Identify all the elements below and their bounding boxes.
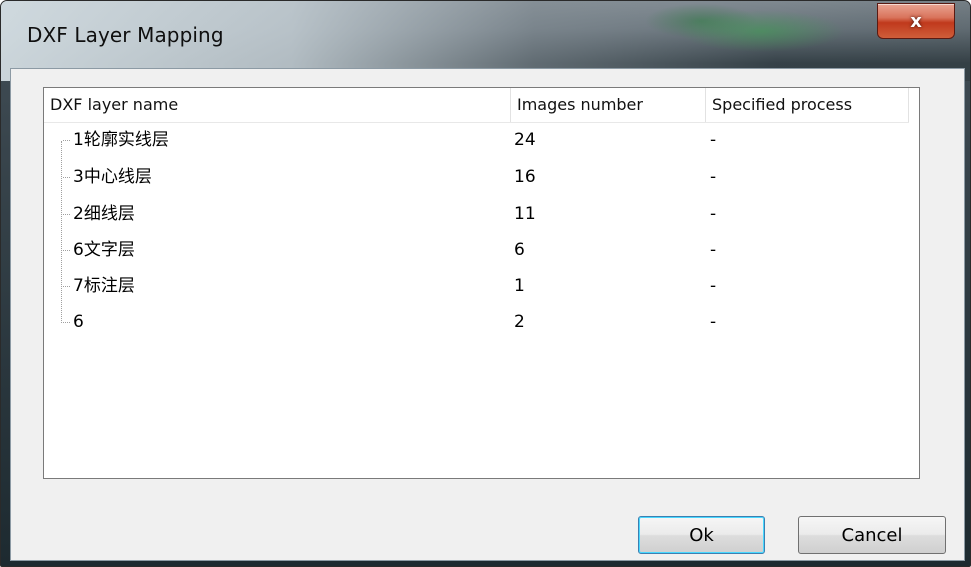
images-number: 1 bbox=[514, 276, 525, 296]
images-number: 16 bbox=[514, 167, 536, 187]
dxf-layer-mapping-dialog: DXF Layer Mapping x DXF layer name Image… bbox=[0, 0, 971, 567]
title-bar[interactable]: DXF Layer Mapping x bbox=[1, 1, 970, 67]
tree-connector bbox=[63, 250, 70, 251]
tree-connector bbox=[63, 214, 70, 215]
tree-connector bbox=[63, 322, 70, 323]
layer-name: 1轮廓实线层 bbox=[73, 130, 169, 150]
window-title: DXF Layer Mapping bbox=[27, 23, 224, 47]
list-header: DXF layer name Images number Specified p… bbox=[44, 88, 909, 122]
tree-connector bbox=[63, 177, 70, 178]
specified-process: - bbox=[710, 204, 717, 224]
layer-name: 2细线层 bbox=[73, 204, 135, 224]
ok-button[interactable]: Ok bbox=[638, 516, 765, 554]
layer-name: 3中心线层 bbox=[73, 167, 152, 187]
tree-connector bbox=[63, 286, 70, 287]
images-number: 24 bbox=[514, 130, 536, 150]
column-header-images-number[interactable]: Images number bbox=[511, 88, 706, 122]
list-item[interactable]: 2细线层 11 - bbox=[44, 197, 904, 231]
layer-list[interactable]: DXF layer name Images number Specified p… bbox=[43, 87, 920, 479]
list-item[interactable]: 6 2 - bbox=[44, 305, 904, 339]
column-header-specified-process[interactable]: Specified process bbox=[706, 88, 909, 122]
list-item[interactable]: 3中心线层 16 - bbox=[44, 160, 904, 194]
specified-process: - bbox=[710, 312, 717, 332]
layer-name: 7标注层 bbox=[73, 276, 135, 296]
images-number: 2 bbox=[514, 312, 525, 332]
close-icon: x bbox=[910, 10, 922, 32]
list-item[interactable]: 6文字层 6 - bbox=[44, 233, 904, 267]
specified-process: - bbox=[710, 167, 717, 187]
specified-process: - bbox=[710, 276, 717, 296]
layer-name: 6文字层 bbox=[73, 240, 135, 260]
list-item[interactable]: 7标注层 1 - bbox=[44, 269, 904, 303]
list-item[interactable]: 1轮廓实线层 24 - bbox=[44, 123, 904, 157]
specified-process: - bbox=[710, 240, 717, 260]
layer-name: 6 bbox=[73, 312, 84, 332]
images-number: 6 bbox=[514, 240, 525, 260]
images-number: 11 bbox=[514, 204, 536, 224]
close-button[interactable]: x bbox=[877, 3, 955, 39]
cancel-button[interactable]: Cancel bbox=[798, 516, 946, 554]
tree-connector bbox=[63, 140, 70, 141]
dialog-body: DXF layer name Images number Specified p… bbox=[10, 68, 965, 561]
column-header-layer-name[interactable]: DXF layer name bbox=[44, 88, 511, 122]
specified-process: - bbox=[710, 130, 717, 150]
